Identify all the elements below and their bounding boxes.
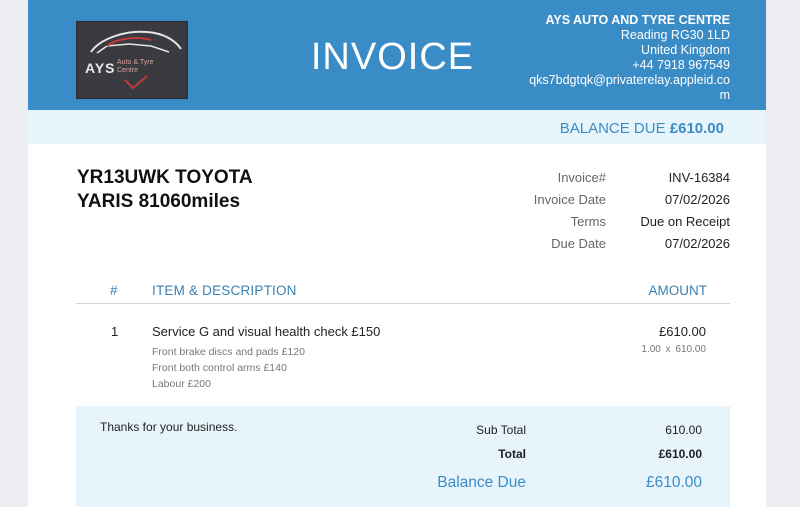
item-amount: £610.00 (659, 324, 706, 339)
item-note-line: Labour £200 (152, 378, 211, 390)
invoice-header: AYS Auto & Tyre Centre INVOICE AYS AUTO … (28, 0, 766, 110)
company-logo: AYS Auto & Tyre Centre (76, 21, 188, 99)
vehicle-description: YR13UWK TOYOTA YARIS 81060miles (77, 166, 337, 214)
invoice-meta: Invoice# INV-16384 Invoice Date 07/02/20… (468, 166, 730, 254)
total-label: Total (498, 447, 526, 461)
sub-total-label: Sub Total (476, 423, 526, 437)
logo-main-text: AYS (85, 60, 116, 76)
item-note-line: Front both control arms £140 (152, 362, 287, 374)
meta-row-due-date: Due Date 07/02/2026 (468, 232, 730, 254)
meta-value: INV-16384 (668, 169, 730, 185)
column-header-amount: AMOUNT (648, 283, 708, 298)
item-number: 1 (111, 324, 119, 339)
logo-sub-line: Auto & Tyre (117, 59, 154, 66)
meta-label: Due Date (551, 235, 606, 251)
balance-due-summary: BALANCE DUE £610.00 (560, 120, 724, 137)
balance-due-row-label: Balance Due (437, 474, 526, 491)
table-row: 1 Service G and visual health check £150… (76, 322, 730, 392)
company-country: United Kingdom (641, 43, 730, 57)
item-note-line: Front brake discs and pads £120 (152, 346, 305, 358)
meta-label: Terms (570, 213, 606, 229)
meta-label: Invoice Date (533, 191, 606, 207)
sub-total-value: 610.00 (665, 423, 702, 437)
meta-value: 07/02/2026 (664, 235, 730, 251)
vehicle-line: YARIS 81060miles (77, 191, 241, 212)
meta-row-invoice-date: Invoice Date 07/02/2026 (468, 188, 730, 210)
balance-due-label: BALANCE DUE (559, 120, 666, 137)
meta-label: Invoice# (557, 169, 606, 185)
company-details: AYS AUTO AND TYRE CENTRE Reading RG30 1L… (520, 13, 730, 103)
logo-sub-text: Auto & Tyre Centre (117, 59, 179, 75)
company-email[interactable]: qks7bdgtqk@privaterelay.appleid.com (520, 73, 730, 103)
column-header-description: ITEM & DESCRIPTION (152, 283, 297, 298)
item-notes: Front brake discs and pads £120 Front bo… (152, 344, 305, 392)
vehicle-line: YR13UWK TOYOTA (77, 167, 253, 188)
company-name: AYS AUTO AND TYRE CENTRE (545, 13, 730, 27)
totals-section: Thanks for your business. Sub Total 610.… (76, 406, 730, 507)
company-phone: +44 7918 967549 (632, 58, 730, 72)
item-quantity-rate: 1.00 x 610.00 (641, 344, 706, 355)
thanks-note: Thanks for your business. (100, 420, 238, 434)
items-table-header: # ITEM & DESCRIPTION AMOUNT (76, 282, 730, 304)
column-header-number: # (110, 283, 118, 298)
logo-sub-line: Centre (117, 67, 139, 74)
item-title: Service G and visual health check £150 (152, 324, 381, 339)
company-address: Reading RG30 1LD (620, 28, 730, 42)
balance-due-row-value: £610.00 (645, 474, 702, 491)
meta-value: Due on Receipt (640, 213, 730, 229)
balance-due-amount: £610.00 (669, 120, 724, 137)
total-value: £610.00 (658, 447, 702, 461)
meta-row-terms: Terms Due on Receipt (468, 210, 730, 232)
meta-value: 07/02/2026 (664, 191, 730, 207)
meta-row-invoice-number: Invoice# INV-16384 (468, 166, 730, 188)
balance-due-band: BALANCE DUE £610.00 (28, 110, 766, 144)
invoice-sheet: AYS Auto & Tyre Centre INVOICE AYS AUTO … (28, 0, 766, 507)
invoice-title: INVOICE (310, 36, 475, 78)
